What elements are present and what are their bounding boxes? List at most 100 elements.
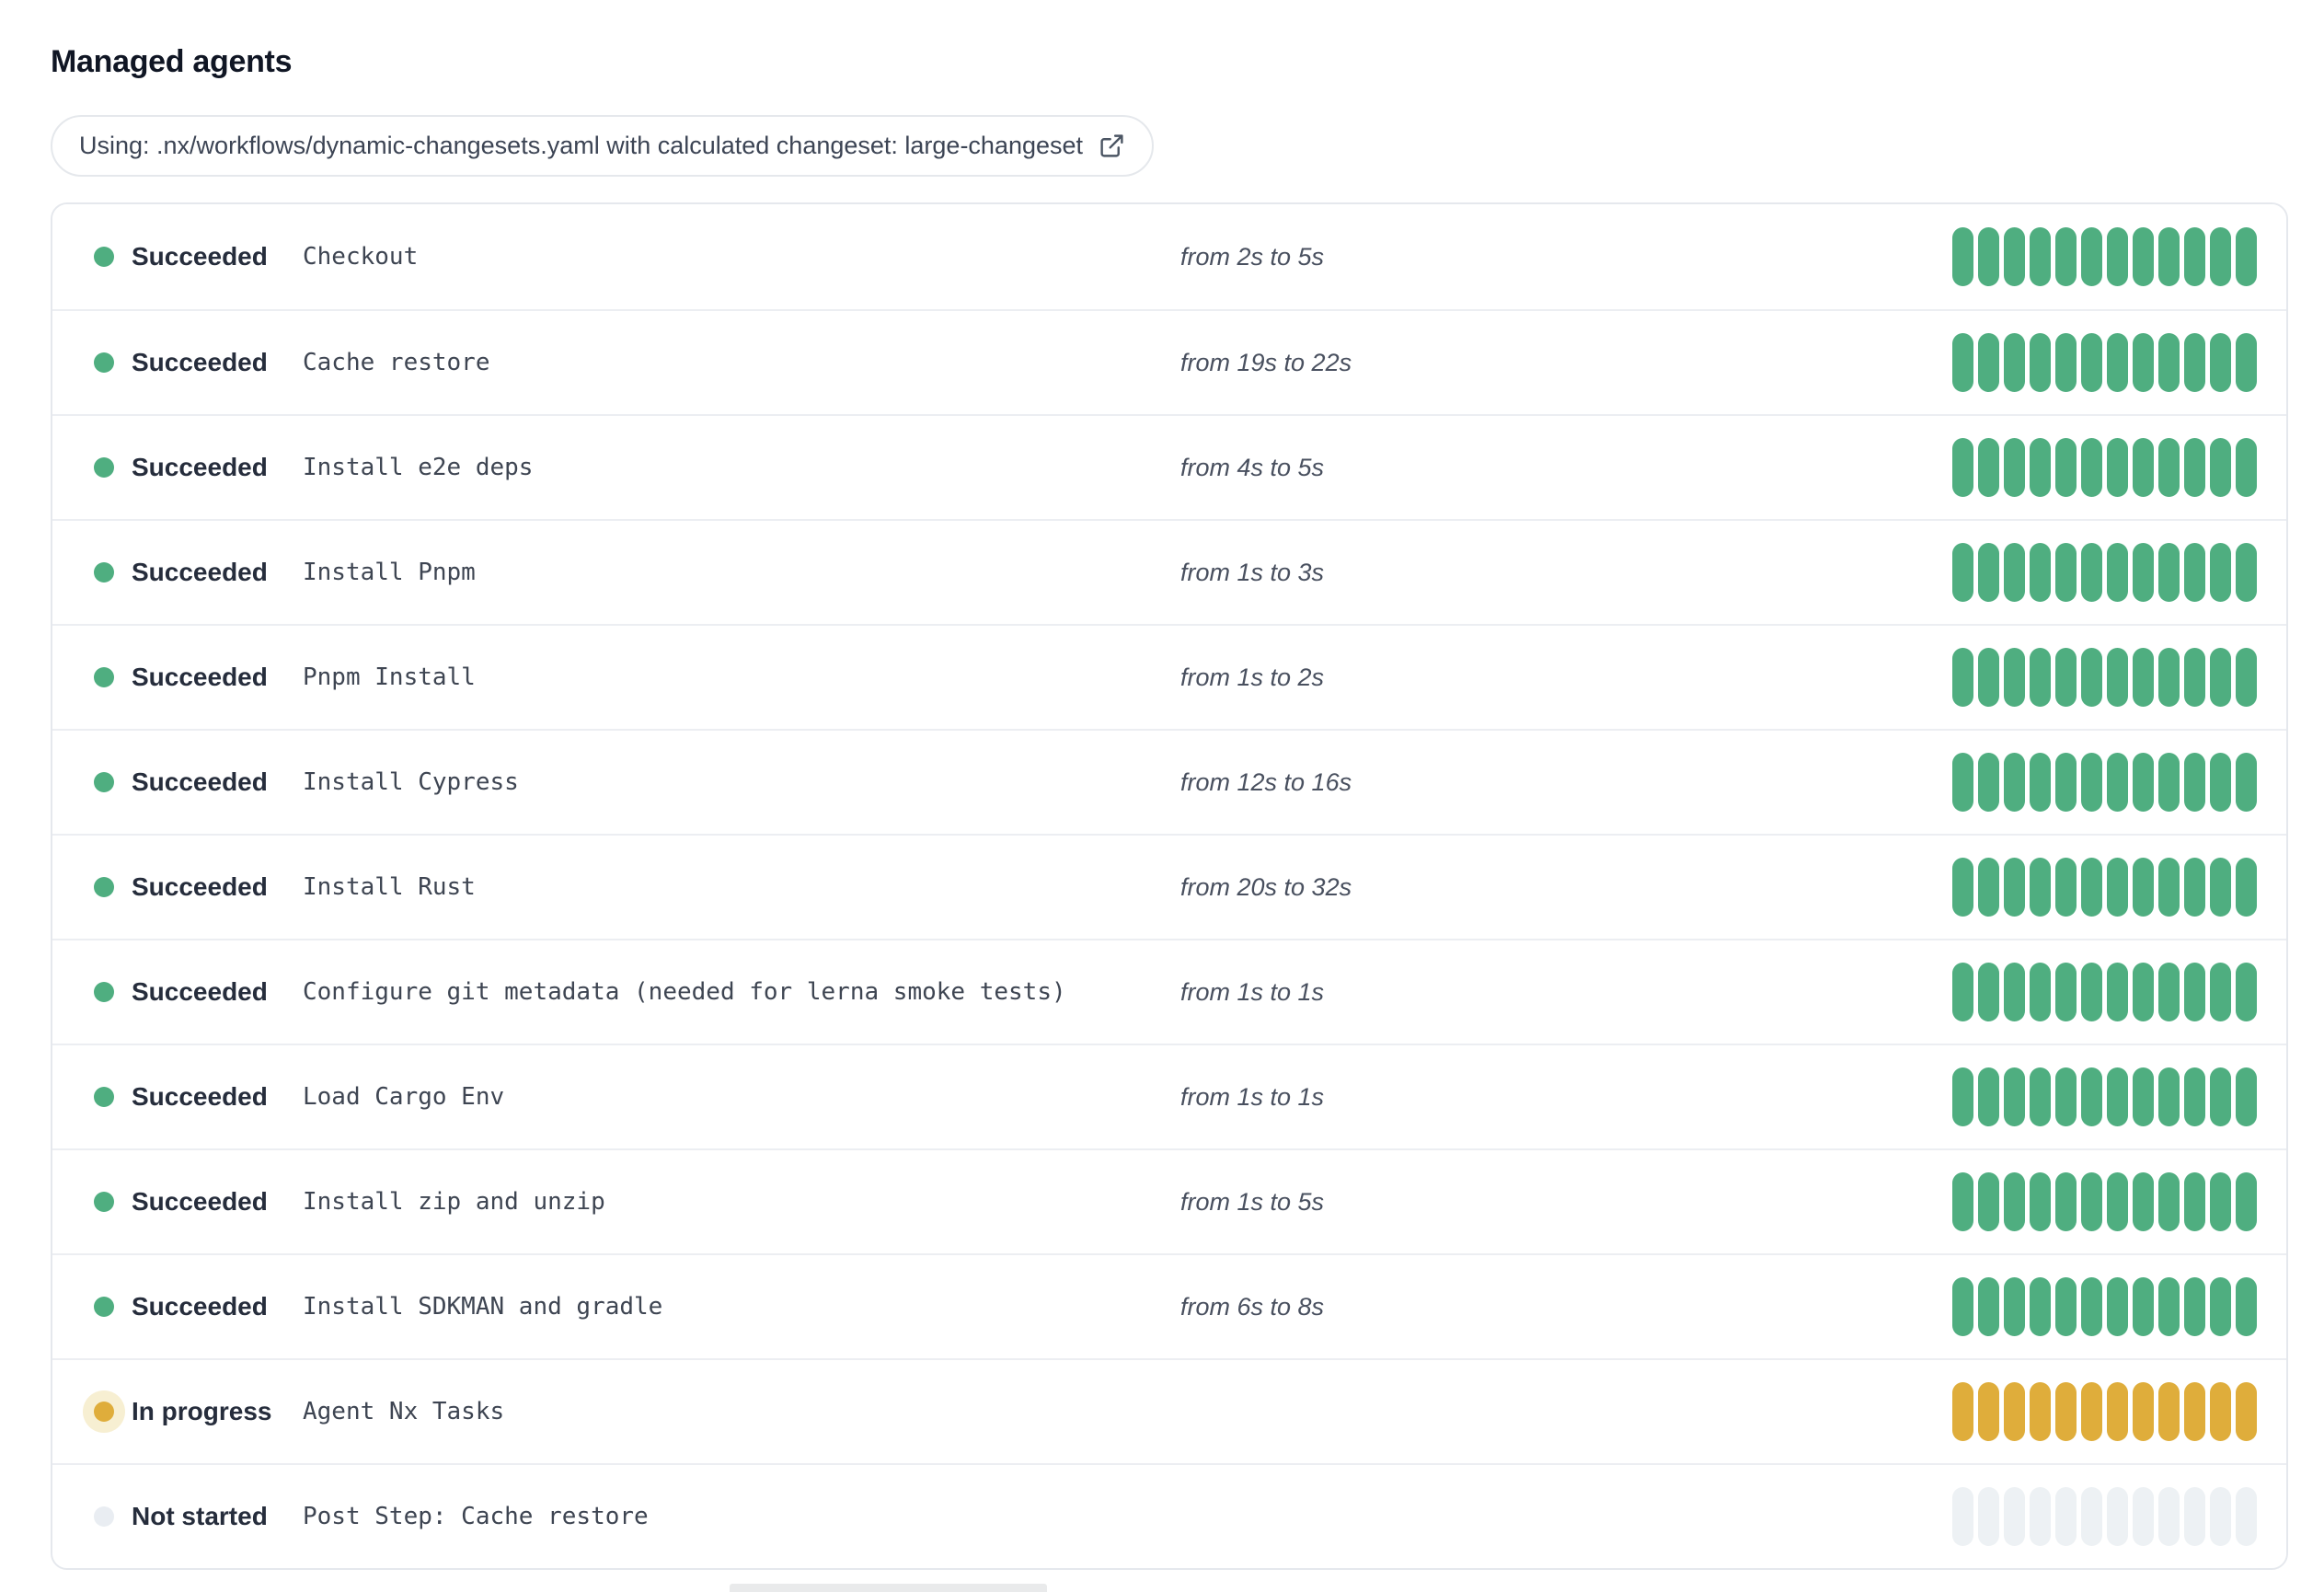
progress-segment	[2004, 648, 2025, 707]
status-dot	[94, 562, 114, 583]
status-dot-circle	[94, 247, 114, 267]
status-dot-circle	[94, 1087, 114, 1107]
status-label: Succeeded	[132, 767, 268, 796]
progress-segment	[2107, 648, 2128, 707]
status-label: Not started	[132, 1502, 268, 1530]
progress-segment	[2184, 1172, 2205, 1231]
progress-segment	[2030, 1382, 2051, 1441]
step-name: Checkout	[303, 243, 419, 271]
agent-step-row[interactable]: Succeeded Load Cargo Env from 1s to 1s	[52, 1044, 2286, 1148]
progress-segment	[2158, 543, 2180, 602]
progress-segment	[2081, 1382, 2102, 1441]
progress-segments	[1952, 1382, 2257, 1441]
status-label: Succeeded	[132, 242, 268, 271]
status-dot	[94, 772, 114, 792]
agent-step-row[interactable]: Not started Post Step: Cache restore	[52, 1463, 2286, 1568]
progress-segment	[2055, 648, 2077, 707]
agent-step-row[interactable]: In progress Agent Nx Tasks	[52, 1358, 2286, 1463]
progress-segment	[2004, 1277, 2025, 1336]
agent-step-row[interactable]: Succeeded Install Rust from 20s to 32s	[52, 834, 2286, 939]
agent-step-row[interactable]: Succeeded Checkout from 2s to 5s	[52, 204, 2286, 309]
agent-step-row[interactable]: Succeeded Cache restore from 19s to 22s	[52, 309, 2286, 414]
agent-step-row[interactable]: Succeeded Install zip and unzip from 1s …	[52, 1148, 2286, 1253]
status-dot-circle	[94, 667, 114, 687]
progress-segment	[2030, 1067, 2051, 1126]
progress-segment	[2210, 648, 2231, 707]
progress-segment	[2236, 1382, 2257, 1441]
progress-segment	[2236, 438, 2257, 497]
progress-segment	[2158, 1172, 2180, 1231]
duration-range: from 1s to 1s	[1180, 977, 1325, 1006]
progress-segment	[2107, 963, 2128, 1021]
progress-segment	[2210, 1382, 2231, 1441]
progress-segment	[2133, 1382, 2154, 1441]
progress-segment	[1978, 963, 1999, 1021]
progress-segment	[2107, 1277, 2128, 1336]
progress-segment	[1978, 1067, 1999, 1126]
progress-segment	[2236, 1277, 2257, 1336]
progress-segment	[2184, 543, 2205, 602]
progress-segment	[2107, 438, 2128, 497]
progress-segment	[2055, 1067, 2077, 1126]
progress-segment	[2055, 438, 2077, 497]
agent-step-row[interactable]: Succeeded Install e2e deps from 4s to 5s	[52, 414, 2286, 519]
progress-segment	[2107, 333, 2128, 392]
progress-segments	[1952, 858, 2257, 917]
external-link-icon	[1099, 133, 1125, 159]
progress-segment	[2184, 648, 2205, 707]
progress-segment	[1952, 963, 1973, 1021]
progress-segment	[2055, 753, 2077, 812]
progress-segment	[1978, 438, 1999, 497]
step-name: Pnpm Install	[303, 663, 476, 691]
progress-segment	[2184, 438, 2205, 497]
step-name: Install Cypress	[303, 768, 519, 796]
progress-segment	[2081, 438, 2102, 497]
status-label: Succeeded	[132, 1292, 268, 1321]
progress-segment	[2158, 227, 2180, 286]
progress-segment	[1978, 1172, 1999, 1231]
progress-segment	[2004, 333, 2025, 392]
progress-segment	[2055, 543, 2077, 602]
step-name: Load Cargo Env	[303, 1083, 505, 1111]
progress-segment	[2236, 543, 2257, 602]
status-dot	[94, 982, 114, 1002]
progress-segment	[2184, 1382, 2205, 1441]
progress-segment	[1952, 1382, 1973, 1441]
status-dot-circle	[94, 877, 114, 897]
progress-segment	[1978, 1277, 1999, 1336]
progress-segment	[2030, 438, 2051, 497]
progress-segment	[2081, 227, 2102, 286]
progress-segment	[2210, 963, 2231, 1021]
progress-segment	[2030, 963, 2051, 1021]
status-label: Succeeded	[132, 1187, 268, 1216]
progress-segment	[1978, 333, 1999, 392]
agent-step-row[interactable]: Succeeded Install Pnpm from 1s to 3s	[52, 519, 2286, 624]
progress-segment	[2210, 543, 2231, 602]
duration-range: from 19s to 22s	[1180, 348, 1352, 376]
progress-segment	[2133, 227, 2154, 286]
progress-segment	[2133, 963, 2154, 1021]
workflow-banner-link[interactable]: Using: .nx/workflows/dynamic-changesets.…	[51, 115, 1155, 177]
progress-segments	[1952, 1277, 2257, 1336]
progress-segment	[2107, 1067, 2128, 1126]
progress-segment	[1952, 1172, 1973, 1231]
progress-segment	[2133, 648, 2154, 707]
managed-agents-page: Managed agents Using: .nx/workflows/dyna…	[0, 0, 2324, 1592]
progress-segment	[2081, 753, 2102, 812]
progress-segment	[1978, 648, 1999, 707]
progress-segment	[2133, 438, 2154, 497]
agent-step-row[interactable]: Succeeded Install SDKMAN and gradle from…	[52, 1253, 2286, 1358]
status-dot	[94, 1087, 114, 1107]
status-dot-circle	[94, 457, 114, 478]
agent-step-row[interactable]: Succeeded Install Cypress from 12s to 16…	[52, 729, 2286, 834]
duration-range: from 1s to 2s	[1180, 663, 1325, 691]
progress-segment	[2158, 1487, 2180, 1546]
status-dot-circle	[94, 982, 114, 1002]
progress-segment	[2184, 1487, 2205, 1546]
progress-segment	[2210, 1277, 2231, 1336]
status-label: Succeeded	[132, 872, 268, 901]
agent-step-row[interactable]: Succeeded Pnpm Install from 1s to 2s	[52, 624, 2286, 729]
status-label: Succeeded	[132, 453, 268, 481]
agent-step-row[interactable]: Succeeded Configure git metadata (needed…	[52, 939, 2286, 1044]
progress-segment	[2236, 963, 2257, 1021]
